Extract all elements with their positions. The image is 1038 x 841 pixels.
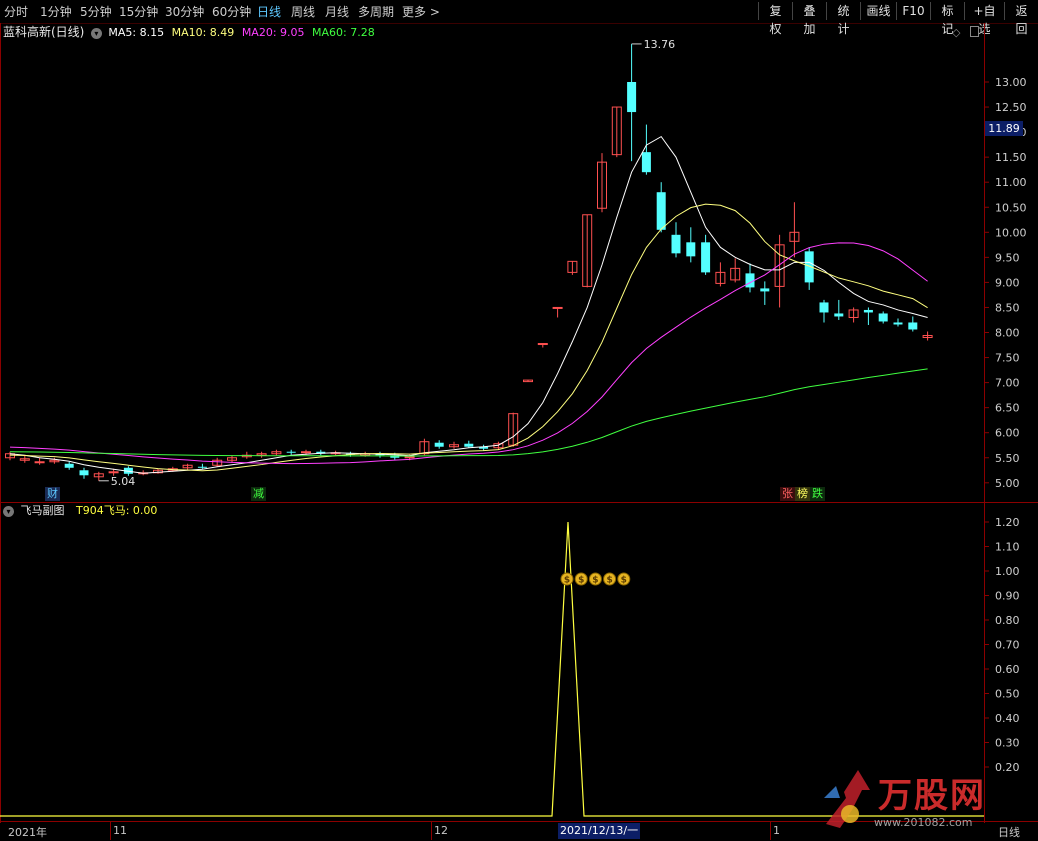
tick-divider xyxy=(431,822,432,840)
price-tick-label: 9.50 xyxy=(995,251,1020,264)
tab-15min[interactable]: 15分钟 xyxy=(119,4,158,20)
price-tick-label: 5.00 xyxy=(995,477,1020,490)
money-bag-glyph: $ xyxy=(621,576,627,586)
candle-body xyxy=(79,470,89,476)
tab-1min[interactable]: 1分钟 xyxy=(40,4,72,20)
price-tick-label: 8.50 xyxy=(995,301,1020,314)
tab-monthly[interactable]: 月线 xyxy=(325,4,349,20)
candle-body xyxy=(760,288,770,292)
sub-tick-label: 1.00 xyxy=(995,565,1020,578)
draw-button[interactable]: 画线 xyxy=(860,2,896,20)
sub-tick-label: 0.40 xyxy=(995,712,1020,725)
candle-body xyxy=(464,443,474,447)
fuquan-button[interactable]: 复权 xyxy=(758,2,792,36)
event-zhang[interactable]: 张 xyxy=(780,487,795,501)
ma5-line xyxy=(9,135,928,474)
low-price-label: 5.04 xyxy=(111,475,136,488)
ma10-line xyxy=(9,203,928,472)
sub-tick-label: 0.70 xyxy=(995,639,1020,652)
price-tick-label: 6.50 xyxy=(995,402,1020,415)
event-die[interactable]: 跌 xyxy=(810,487,825,501)
high-price-label: 13.76 xyxy=(644,38,676,51)
event-cai[interactable]: 财 xyxy=(45,487,60,501)
candle-body xyxy=(671,234,681,254)
candle-body xyxy=(286,451,296,453)
mark-button[interactable]: 标记 xyxy=(930,2,964,36)
candle-body xyxy=(701,242,711,273)
price-tick-label: 10.00 xyxy=(995,226,1027,239)
price-tick-label: 10.50 xyxy=(995,201,1027,214)
price-tick-label: 7.50 xyxy=(995,352,1020,365)
main-chart: 13.76 5.04 xyxy=(5,38,933,488)
candle-body xyxy=(878,313,888,322)
event-bang[interactable]: 榜 xyxy=(795,487,810,501)
tab-weekly[interactable]: 周线 xyxy=(291,4,315,20)
crosshair-date: 2021/12/13/一 xyxy=(558,823,641,839)
price-tick-label: 11.00 xyxy=(995,176,1027,189)
candle-body xyxy=(745,273,755,288)
time-label-year: 2021年 xyxy=(8,826,47,839)
candle-body xyxy=(641,152,651,173)
price-tick-label: 7.00 xyxy=(995,377,1020,390)
tab-fenshi[interactable]: 分时 xyxy=(4,4,28,20)
candle-body xyxy=(819,302,829,313)
stats-button[interactable]: 统计 xyxy=(826,2,860,36)
tab-daily[interactable]: 日线 xyxy=(257,4,281,20)
price-tick-label: 6.00 xyxy=(995,427,1020,440)
money-bag-glyph: $ xyxy=(578,576,584,586)
candle-body xyxy=(64,463,74,468)
candle-body xyxy=(197,466,207,468)
price-tick-label: 9.00 xyxy=(995,276,1020,289)
back-button[interactable]: 返回 xyxy=(1004,2,1038,36)
tick-divider xyxy=(770,822,771,840)
price-tick-label: 8.00 xyxy=(995,327,1020,340)
add-watchlist-button[interactable]: +自选 xyxy=(964,2,1004,36)
time-label-nov: 11 xyxy=(113,824,127,837)
sub-tick-label: 1.10 xyxy=(995,541,1020,554)
candle-body xyxy=(434,442,444,447)
tick-divider xyxy=(110,822,111,840)
money-bag-glyph: $ xyxy=(592,576,598,586)
money-bag-glyph: $ xyxy=(606,576,612,586)
event-jian[interactable]: 减 xyxy=(251,487,266,501)
tab-more[interactable]: 更多 > xyxy=(402,4,440,20)
sub-tick-label: 0.60 xyxy=(995,663,1020,676)
watermark-url: www.201082.com xyxy=(874,816,973,829)
toolbar: 分时 1分钟 5分钟 15分钟 30分钟 60分钟 日线 周线 月线 多周期 更… xyxy=(0,0,1038,36)
candle-body xyxy=(908,322,918,330)
time-label-dec: 12 xyxy=(434,824,448,837)
sub-tick-label: 0.80 xyxy=(995,614,1020,627)
f10-button[interactable]: F10 xyxy=(896,2,930,20)
sub-tick-label: 0.50 xyxy=(995,688,1020,701)
price-axis: 13.0012.5012.0011.5011.0010.5010.009.509… xyxy=(985,76,1027,490)
tab-multi-period[interactable]: 多周期 xyxy=(358,4,394,20)
candle-body xyxy=(834,313,844,317)
candle-body xyxy=(656,192,666,230)
candle-body xyxy=(627,82,637,113)
watermark: 万股网 www.201082.com xyxy=(818,762,1018,834)
price-tick-label: 13.00 xyxy=(995,76,1027,89)
candle-body xyxy=(686,242,696,257)
sub-tick-label: 1.20 xyxy=(995,516,1020,529)
time-label-jan: 1 xyxy=(773,824,780,837)
ma20-line xyxy=(9,242,928,465)
sub-tick-label: 0.90 xyxy=(995,590,1020,603)
tab-30min[interactable]: 30分钟 xyxy=(165,4,204,20)
price-tick-label: 5.50 xyxy=(995,452,1020,465)
current-price-tag: 11.89 xyxy=(985,121,1023,136)
price-tick-label: 12.50 xyxy=(995,101,1027,114)
price-tick-label: 11.50 xyxy=(995,151,1027,164)
logo-arrow-icon xyxy=(824,770,870,828)
watermark-brand: 万股网 xyxy=(878,776,986,816)
candle-body xyxy=(863,309,873,313)
tab-60min[interactable]: 60分钟 xyxy=(212,4,251,20)
sub-tick-label: 0.30 xyxy=(995,737,1020,750)
overlay-button[interactable]: 叠加 xyxy=(792,2,826,36)
tab-5min[interactable]: 5分钟 xyxy=(80,4,112,20)
candle-body xyxy=(893,322,903,325)
money-bag-glyph: $ xyxy=(564,576,570,586)
